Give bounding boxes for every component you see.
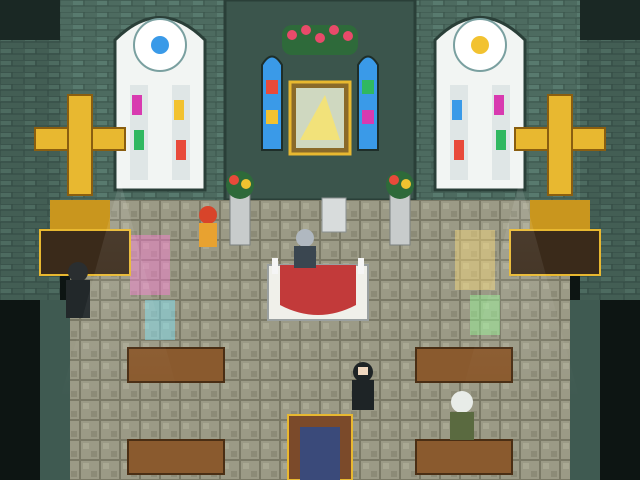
right-flower-vase xyxy=(386,171,414,246)
right-stained-glass-window xyxy=(433,16,527,192)
candle xyxy=(272,258,278,274)
altar-table xyxy=(267,258,369,321)
hero-player[interactable] xyxy=(199,206,217,247)
church-canvas xyxy=(0,0,640,480)
entrance-carpet xyxy=(287,414,353,480)
pew-right-back xyxy=(415,439,513,475)
altar-painting xyxy=(288,80,352,156)
pew-left-back xyxy=(127,439,225,475)
priest-npc[interactable] xyxy=(294,229,316,268)
left-stained-glass-window xyxy=(113,16,207,192)
lectern xyxy=(321,197,347,233)
nun-npc[interactable] xyxy=(352,362,374,410)
church-scene xyxy=(0,0,640,480)
left-flower-vase xyxy=(226,171,254,246)
candle xyxy=(358,258,364,274)
flower-garland xyxy=(282,25,358,55)
